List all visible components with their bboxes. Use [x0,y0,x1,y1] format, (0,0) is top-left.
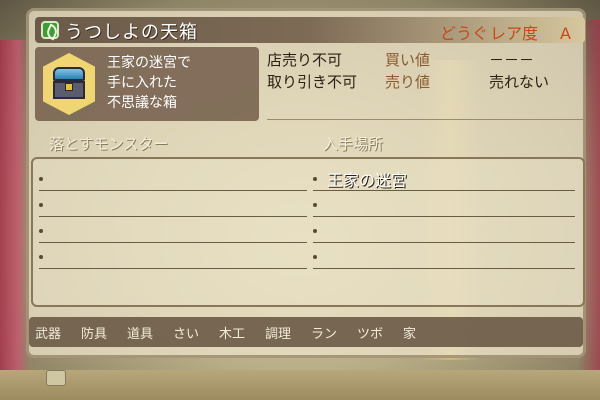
item-name: うつしよの天箱 [65,22,198,43]
location-list: 王家の迷宮 [313,165,575,269]
tab-armor[interactable]: 防具 [81,323,107,342]
item-description: 王家の迷宮で 手に入れた 不思議な箱 [107,53,191,113]
tab-house[interactable]: 家 [403,323,416,342]
source-list-box: 王家の迷宮 [31,157,585,307]
sell-price-value: 売れない [489,73,550,91]
price-divider [267,119,583,120]
category-tab-bar: 武器 防具 道具 さい 木工 調理 ラン ツボ 家 [29,317,583,347]
monster-row[interactable] [39,165,307,191]
item-detail-panel: うつしよの天箱 どうぐ レア度 A 王家の迷宮で 手に入れた 不思議な箱 店売り不可… [26,8,586,358]
location-row[interactable] [313,191,575,217]
monster-list [39,165,307,269]
location-row[interactable] [313,243,575,269]
monster-row[interactable] [39,191,307,217]
location-name: 王家の迷宮 [327,171,408,190]
buy-price-value: －－－ [489,51,535,69]
item-category: どうぐ [440,24,489,43]
tab-pot[interactable]: ツボ [357,323,383,342]
description-line: 王家の迷宮で [107,55,191,71]
tab-woodwork[interactable]: 木工 [219,323,245,342]
monster-header: 落とすモンスター [49,135,169,153]
location-row[interactable]: 王家の迷宮 [313,165,575,191]
background-floor [0,370,600,400]
description-line: 不思議な箱 [107,95,177,111]
rarity-value: A [560,24,571,43]
price-row-sell: 取り引き不可 売り値 売れない [267,71,583,93]
leaf-icon [41,21,59,39]
rarity-label: レア度 [490,24,539,43]
tab-sewing[interactable]: さい [173,323,199,342]
location-header: 入手場所 [323,135,384,153]
sell-price-label: 売り値 [385,73,431,91]
sell-status: 店売り不可 [267,51,343,69]
tab-lamp[interactable]: ラン [311,323,337,342]
trade-status: 取り引き不可 [267,73,358,91]
tab-weapons[interactable]: 武器 [35,323,61,342]
item-title-bar: うつしよの天箱 どうぐ レア度 A [35,17,585,43]
item-icon-frame [43,53,95,115]
buy-price-label: 買い値 [385,51,431,69]
monster-row[interactable] [39,243,307,269]
price-info: 店売り不可 買い値 －－－ 取り引き不可 売り値 売れない [267,49,583,93]
treasure-chest-icon [53,67,85,101]
item-description-box: 王家の迷宮で 手に入れた 不思議な箱 [35,47,259,121]
tab-tools[interactable]: 道具 [127,323,153,342]
controller-hint-icon [46,370,66,386]
monster-row[interactable] [39,217,307,243]
location-row[interactable] [313,217,575,243]
price-row-buy: 店売り不可 買い値 －－－ [267,49,583,71]
item-meta: どうぐ レア度 A [440,20,571,44]
description-line: 手に入れた [107,75,177,91]
tab-cooking[interactable]: 調理 [265,323,291,342]
